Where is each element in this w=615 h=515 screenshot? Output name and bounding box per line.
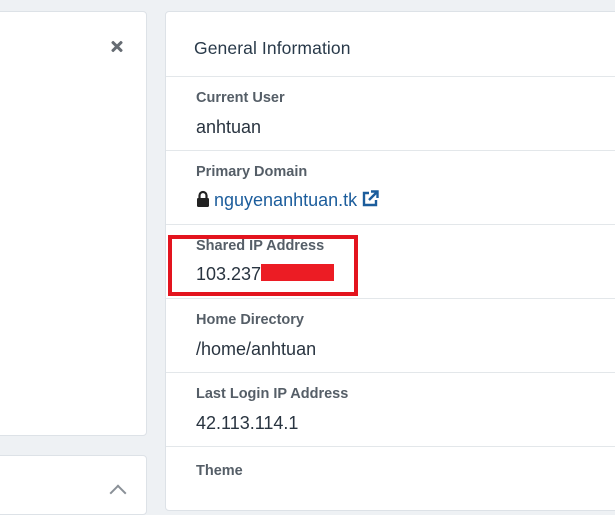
last-login-ip-label: Last Login IP Address	[196, 386, 349, 402]
left-panel	[0, 11, 147, 436]
close-icon[interactable]	[109, 37, 125, 57]
primary-domain-value: nguyenanhtuan.tk	[196, 190, 379, 211]
current-user-label: Current User	[196, 90, 285, 106]
theme-label: Theme	[196, 463, 243, 479]
home-directory-label: Home Directory	[196, 312, 304, 328]
lock-icon	[196, 190, 210, 208]
left-panel-secondary	[0, 455, 147, 515]
divider	[166, 446, 615, 447]
divider	[166, 224, 615, 225]
divider	[166, 372, 615, 373]
panel-title: General Information	[194, 38, 351, 58]
highlight-box	[168, 235, 358, 296]
external-link-icon[interactable]	[361, 190, 379, 208]
primary-domain-link[interactable]: nguyenanhtuan.tk	[214, 190, 357, 210]
divider	[166, 150, 615, 151]
current-user-value: anhtuan	[196, 117, 262, 137]
divider	[166, 298, 615, 299]
primary-domain-label: Primary Domain	[196, 164, 308, 180]
home-directory-value: /home/anhtuan	[196, 339, 317, 359]
divider	[166, 76, 615, 77]
last-login-ip-value: 42.113.114.1	[196, 413, 299, 433]
general-information-panel: General Information Current User anhtuan…	[165, 11, 615, 511]
chevron-up-icon[interactable]	[109, 484, 127, 502]
